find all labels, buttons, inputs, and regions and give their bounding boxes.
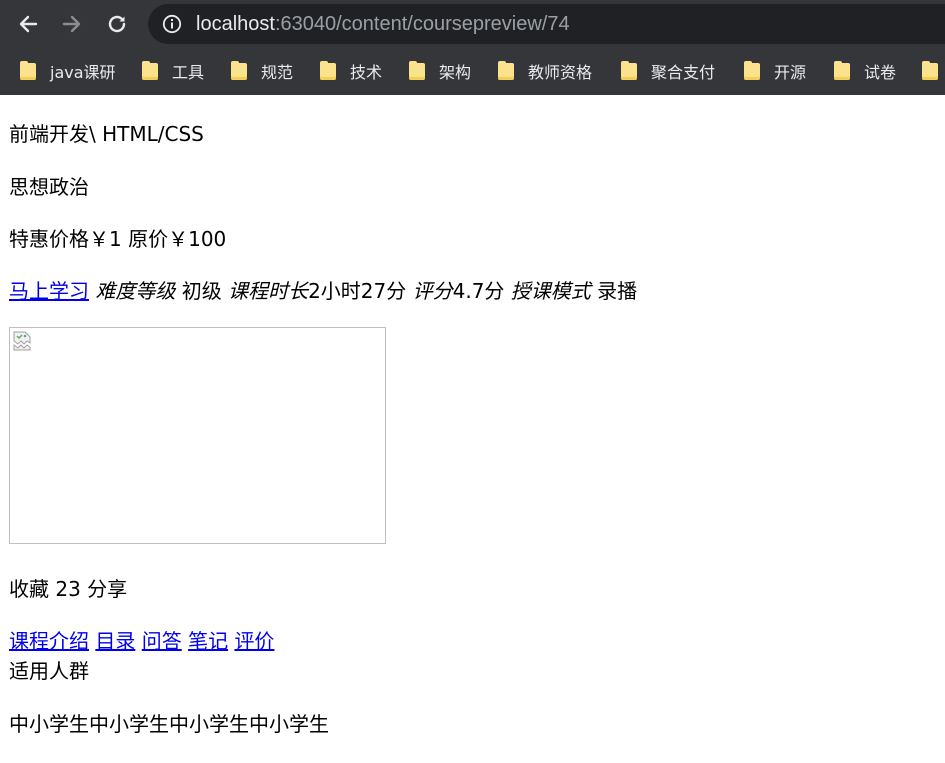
bookmark-label: 技术	[350, 63, 383, 82]
bookmark-folder-payment[interactable]: 聚合支付	[621, 60, 715, 82]
course-cover-image	[9, 327, 386, 544]
address-bar[interactable]: localhost:63040/content/coursepreview/74	[148, 4, 945, 44]
tab-reviews[interactable]: 评价	[234, 629, 274, 653]
bookmark-label: 试卷	[864, 63, 897, 82]
share-label[interactable]: 分享	[87, 577, 127, 601]
bookmark-folder-standards[interactable]: 规范	[231, 60, 293, 82]
duration-value: 2小时27分	[308, 279, 407, 303]
reload-icon	[108, 15, 126, 33]
bookmark-folder-exams[interactable]: 试卷	[834, 60, 896, 82]
folder-icon	[744, 60, 760, 80]
url-path: :63040/content/coursepreview/74	[274, 13, 570, 35]
difficulty-label: 难度等级	[95, 279, 176, 303]
price-line: 特惠价格￥1 原价￥100	[9, 227, 226, 251]
bookmark-label: 架构	[439, 63, 472, 82]
price-value: ￥1	[89, 227, 122, 251]
duration-label: 课程时长	[228, 279, 309, 303]
bookmark-label: java课研	[50, 63, 116, 82]
folder-icon	[922, 60, 938, 80]
rating-label: 评分	[412, 279, 453, 303]
favorite-label[interactable]: 收藏	[9, 577, 49, 601]
folder-icon	[409, 60, 425, 80]
broken-image-icon	[13, 331, 31, 351]
url-text[interactable]: localhost:63040/content/coursepreview/74	[196, 13, 570, 35]
original-price-label: 原价	[128, 227, 169, 251]
course-meta-line: 马上学习 难度等级 初级 课程时长2小时27分 评分4.7分 授课模式 录播	[9, 279, 637, 303]
tab-qa[interactable]: 问答	[142, 629, 182, 653]
price-label: 特惠价格	[9, 227, 89, 251]
audience-heading: 适用人群	[9, 659, 89, 683]
rating-value: 4.7分	[452, 279, 505, 303]
bookmark-label: 教师资格	[528, 63, 593, 82]
arrow-left-icon	[19, 15, 38, 33]
bookmark-folder-java[interactable]: java课研	[20, 60, 116, 82]
folder-icon	[320, 60, 336, 80]
bookmark-folder-tools[interactable]: 工具	[142, 60, 204, 82]
teaching-mode-value: 录播	[597, 279, 638, 303]
folder-icon	[498, 60, 514, 80]
folder-icon	[20, 60, 36, 80]
teaching-mode-label: 授课模式	[510, 279, 591, 303]
bookmark-folder-more[interactable]	[922, 60, 945, 82]
course-category: 前端开发\ HTML/CSS	[9, 122, 204, 146]
difficulty-value: 初级	[181, 279, 222, 303]
course-tabs: 课程介绍 目录 问答 笔记 评价	[9, 629, 274, 653]
tab-catalog[interactable]: 目录	[95, 629, 135, 653]
course-name: 思想政治	[9, 175, 89, 199]
favorite-count: 23	[55, 577, 81, 601]
folder-icon	[231, 60, 247, 80]
tab-introduction[interactable]: 课程介绍	[9, 629, 89, 653]
url-host: localhost	[196, 13, 275, 35]
bookmark-label: 开源	[774, 63, 807, 82]
arrow-right-icon	[62, 15, 81, 33]
original-price-value: ￥100	[168, 227, 227, 251]
favorite-share-line: 收藏 23 分享	[9, 577, 127, 601]
forward-button[interactable]	[56, 8, 88, 40]
audience-text: 中小学生中小学生中小学生中小学生	[9, 712, 329, 736]
bookmark-folder-teacher-cert[interactable]: 教师资格	[498, 60, 592, 82]
bookmark-label: 工具	[172, 63, 205, 82]
reload-button[interactable]	[101, 8, 133, 40]
browser-toolbar: localhost:63040/content/coursepreview/74	[0, 0, 945, 48]
bookmark-folder-architecture[interactable]: 架构	[409, 60, 471, 82]
bookmark-folder-tech[interactable]: 技术	[320, 60, 382, 82]
tab-notes[interactable]: 笔记	[188, 629, 228, 653]
study-now-link[interactable]: 马上学习	[9, 279, 89, 303]
folder-icon	[834, 60, 850, 80]
bookmarks-bar: java课研 工具 规范 技术 架构 教师资格 聚合支付 开源 试卷	[0, 48, 945, 95]
bookmark-folder-opensource[interactable]: 开源	[744, 60, 806, 82]
bookmark-label: 规范	[261, 63, 294, 82]
info-icon[interactable]	[162, 14, 182, 34]
back-button[interactable]	[12, 8, 44, 40]
bookmark-label: 聚合支付	[651, 63, 716, 82]
folder-icon	[621, 60, 637, 80]
folder-icon	[142, 60, 158, 80]
